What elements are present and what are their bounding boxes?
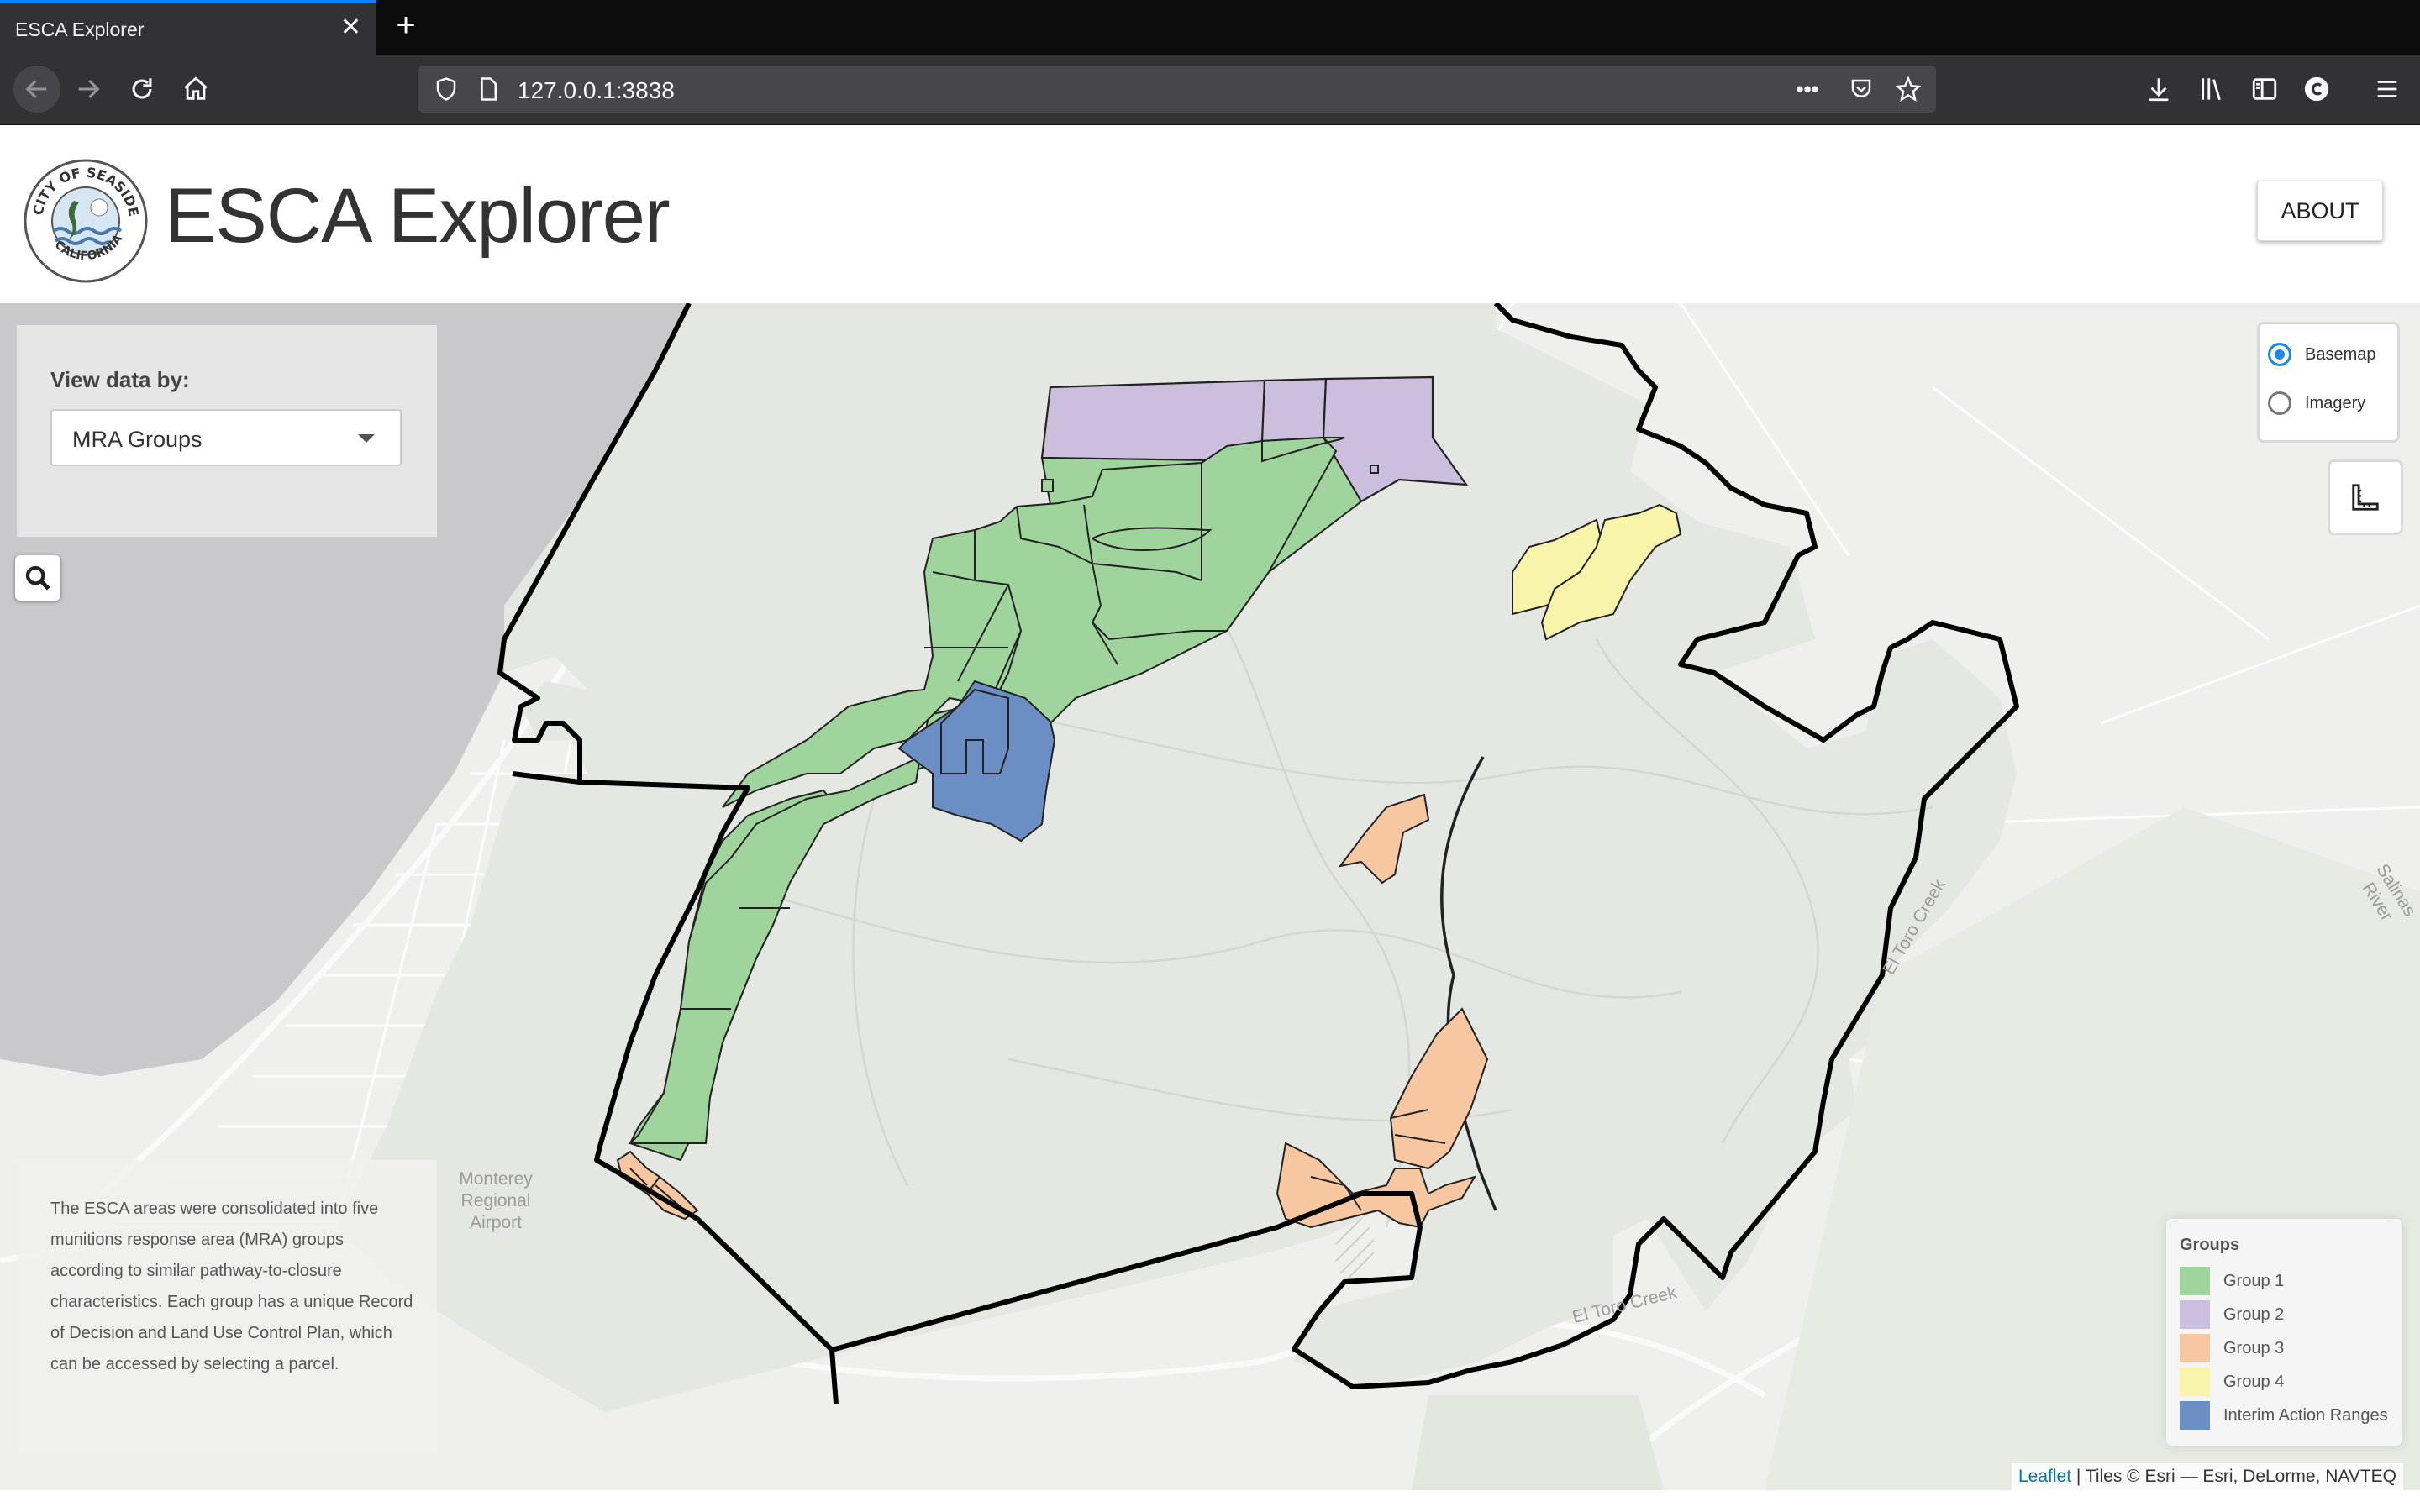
account-icon: [2304, 76, 2329, 102]
downloads-button[interactable]: [2139, 70, 2178, 108]
legend-label: Group 4: [2223, 1372, 2285, 1391]
map-view[interactable]: Monterey Regional Airport El Toro Creek …: [0, 303, 2420, 1490]
layer-label: Basemap: [2305, 344, 2376, 364]
info-text: The ESCA areas were consolidated into fi…: [50, 1200, 413, 1373]
layer-option-imagery[interactable]: Imagery: [2268, 386, 2365, 420]
pocket-icon[interactable]: [1847, 75, 1876, 103]
city-seal-logo: CITY OF SEASIDE CALIFORNIA: [24, 159, 148, 283]
info-panel: The ESCA areas were consolidated into fi…: [17, 1160, 437, 1456]
app-header: CITY OF SEASIDE CALIFORNIA ESCA Explorer…: [0, 125, 2420, 303]
legend-label: Group 2: [2223, 1305, 2285, 1324]
sidebar-icon: [2252, 78, 2277, 100]
browser-tab[interactable]: ESCA Explorer ✕: [0, 0, 376, 55]
tab-title: ESCA Explorer: [15, 18, 145, 40]
legend-label: Group 1: [2223, 1271, 2285, 1290]
legend-label: Group 3: [2223, 1338, 2285, 1357]
layer-control: Basemap Imagery: [2257, 322, 2400, 443]
forward-button[interactable]: [69, 70, 108, 108]
legend-swatch: [2180, 1300, 2210, 1329]
library-button[interactable]: [2193, 70, 2232, 108]
leaflet-link[interactable]: Leaflet: [2018, 1467, 2071, 1486]
radio-icon[interactable]: [2268, 391, 2291, 415]
hamburger-menu-icon: [2377, 81, 2397, 97]
page-icon: [474, 75, 502, 103]
legend-item: Group 4: [2180, 1367, 2284, 1397]
legend-item: Group 2: [2180, 1299, 2284, 1330]
sidebar-button[interactable]: [2245, 70, 2284, 108]
arrow-right-icon: [78, 79, 100, 99]
ruler-icon: [2352, 484, 2379, 511]
legend-swatch: [2180, 1267, 2210, 1295]
chevron-down-icon: [358, 434, 375, 443]
arrow-left-icon: [25, 79, 47, 99]
about-button[interactable]: ABOUT: [2257, 181, 2383, 241]
home-icon: [184, 76, 208, 100]
close-tab-icon[interactable]: ✕: [340, 15, 361, 40]
view-control-panel: View data by: MRA Groups: [17, 325, 437, 537]
map-legend: Groups Group 1 Group 2 Group 3 Group 4 I…: [2166, 1219, 2402, 1446]
home-button[interactable]: [176, 70, 215, 108]
new-tab-button[interactable]: +: [388, 8, 424, 42]
bookmark-star-icon[interactable]: [1894, 75, 1923, 103]
legend-title: Groups: [2180, 1236, 2240, 1254]
page-title: ESCA Explorer: [165, 173, 671, 259]
legend-item: Interim Action Ranges: [2180, 1400, 2388, 1431]
select-value: MRA Groups: [72, 427, 203, 452]
page-actions-icon[interactable]: •••: [1793, 75, 1822, 103]
legend-label: Interim Action Ranges: [2223, 1405, 2388, 1425]
legend-item: Group 3: [2180, 1333, 2284, 1363]
view-by-select[interactable]: MRA Groups: [50, 409, 402, 466]
url-text[interactable]: 127.0.0.1:3838: [518, 77, 675, 104]
shield-icon[interactable]: [432, 75, 460, 103]
view-by-label: View data by:: [50, 367, 190, 392]
measure-button[interactable]: [2328, 459, 2403, 535]
legend-swatch: [2180, 1368, 2210, 1396]
airport-label: Monterey Regional Airport: [459, 1169, 533, 1232]
download-icon: [2149, 78, 2169, 102]
layer-option-basemap[interactable]: Basemap: [2268, 338, 2376, 371]
legend-swatch: [2180, 1401, 2210, 1430]
map-search-button[interactable]: [15, 555, 60, 601]
back-button[interactable]: [13, 66, 60, 113]
radio-icon[interactable]: [2268, 343, 2291, 366]
legend-swatch: [2180, 1334, 2210, 1362]
reload-button[interactable]: [123, 70, 161, 108]
search-icon: [25, 565, 50, 591]
browser-toolbar: 127.0.0.1:3838 •••: [0, 55, 2420, 125]
attribution-text: | Tiles © Esri — Esri, DeLorme, NAVTEQ: [2071, 1467, 2396, 1486]
url-bar[interactable]: 127.0.0.1:3838 •••: [418, 66, 1936, 113]
map-attribution: Leaflet | Tiles © Esri — Esri, DeLorme, …: [2011, 1463, 2403, 1490]
reload-icon: [132, 78, 152, 99]
browser-tab-strip: ESCA Explorer ✕ +: [0, 0, 2420, 55]
menu-button[interactable]: [2368, 70, 2407, 108]
legend-item: Group 1: [2180, 1266, 2284, 1296]
layer-label: Imagery: [2305, 393, 2366, 412]
library-icon: [2202, 78, 2221, 101]
account-button[interactable]: [2297, 70, 2336, 108]
